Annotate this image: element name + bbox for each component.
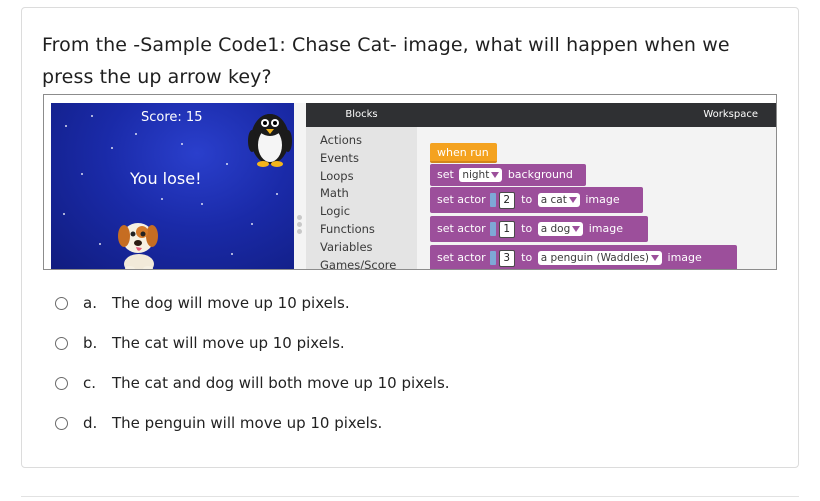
game-status-text: You lose! [130,169,202,188]
option-c[interactable]: c. The cat and dog will both move up 10 … [55,372,755,398]
set-background-suffix: background [507,168,573,181]
set-actor-label: set actor [437,193,486,206]
set-actor-label: set actor [437,251,486,264]
option-text: The cat and dog will both move up 10 pix… [112,374,450,392]
blocks-category-math[interactable]: Math [320,185,396,203]
radio-button[interactable] [55,297,68,310]
actor-number-field[interactable]: 2 [498,191,515,209]
actor-number-field[interactable]: 3 [498,249,515,267]
when-run-block[interactable]: when run [430,143,497,163]
dropdown-arrow-icon [568,197,577,203]
game-stage: Score: 15 You lose! [51,103,294,269]
radio-button[interactable] [55,417,68,430]
option-letter: c. [83,374,97,392]
set-actor-to: to [521,251,533,264]
socket-icon [489,222,496,236]
actor-number-field[interactable]: 1 [498,220,515,238]
actor-image-value: a dog [540,223,571,235]
actor-image-dropdown[interactable]: a dog [537,222,584,236]
question-image: Score: 15 You lose! Blocks Workspace Act… [43,94,777,270]
set-actor-block-penguin[interactable]: set actor 3 to a penguin (Waddles) image [430,245,737,269]
score-label: Score: 15 [141,110,203,125]
option-text: The cat will move up 10 pixels. [112,334,345,352]
set-actor-to: to [521,193,533,206]
background-dropdown[interactable]: night [459,168,503,182]
background-value: night [462,169,490,181]
set-actor-suffix: image [585,193,620,206]
blocks-category-functions[interactable]: Functions [320,221,396,239]
option-a[interactable]: a. The dog will move up 10 pixels. [55,292,755,318]
set-actor-block-dog[interactable]: set actor 1 to a dog image [430,216,648,242]
option-text: The penguin will move up 10 pixels. [112,414,383,432]
dropdown-arrow-icon [572,226,581,232]
blocks-category-actions[interactable]: Actions [320,132,396,150]
set-background-prefix: set [437,168,454,181]
option-d[interactable]: d. The penguin will move up 10 pixels. [55,412,755,438]
set-actor-to: to [521,222,533,235]
option-b[interactable]: b. The cat will move up 10 pixels. [55,332,755,358]
set-background-block[interactable]: set night background [430,164,586,186]
option-letter: a. [83,294,97,312]
when-run-label: when run [437,146,489,159]
question-text: From the -Sample Code1: Chase Cat- image… [42,34,730,88]
blocks-category-variables[interactable]: Variables [320,239,396,257]
set-actor-block-cat[interactable]: set actor 2 to a cat image [430,187,643,213]
blocks-category-logic[interactable]: Logic [320,203,396,221]
actor-image-value: a penguin (Waddles) [540,252,650,264]
socket-icon [489,193,496,207]
blocks-category-list: Actions Events Loops Math Logic Function… [320,132,396,269]
option-letter: d. [83,414,98,432]
blocks-category-loops[interactable]: Loops [320,168,396,186]
dropdown-arrow-icon [651,255,660,261]
dropdown-arrow-icon [491,172,500,178]
dog-sprite [118,223,158,269]
actor-image-value: a cat [540,194,567,206]
radio-button[interactable] [55,377,68,390]
set-actor-label: set actor [437,222,486,235]
workspace-header: Workspace [417,103,776,127]
radio-button[interactable] [55,337,68,350]
actor-image-dropdown[interactable]: a cat [537,193,580,207]
panel-resize-handle[interactable] [294,103,306,269]
actor-image-dropdown[interactable]: a penguin (Waddles) [537,251,663,265]
divider [21,496,799,497]
option-text: The dog will move up 10 pixels. [112,294,350,312]
blocks-category-games-score[interactable]: Games/Score [320,257,396,269]
option-letter: b. [83,334,98,352]
set-actor-suffix: image [588,222,624,235]
socket-icon [489,251,496,265]
penguin-sprite [248,114,292,167]
blocks-category-events[interactable]: Events [320,150,396,168]
set-actor-suffix: image [667,251,702,264]
blocks-header: Blocks [306,103,417,127]
